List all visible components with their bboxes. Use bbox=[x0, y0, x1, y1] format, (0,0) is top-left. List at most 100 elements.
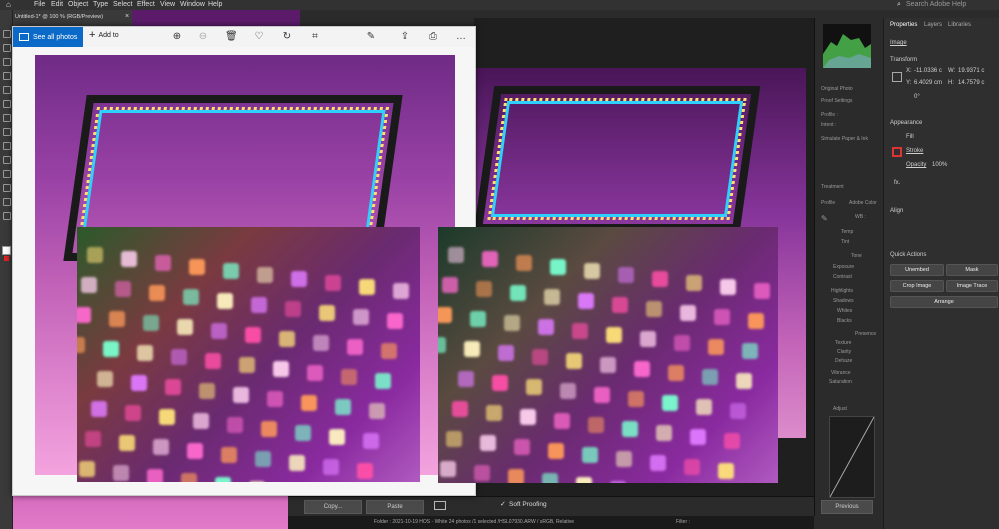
search-icon[interactable]: ⌕ bbox=[897, 1, 901, 9]
soft-proofing-label[interactable]: Soft Proofing bbox=[509, 501, 547, 508]
menu-type[interactable]: Type bbox=[93, 1, 108, 8]
opacity-input[interactable]: 100% bbox=[932, 162, 947, 168]
fx-button[interactable]: fx. bbox=[894, 180, 900, 186]
eyedropper-tool-icon[interactable] bbox=[3, 184, 11, 192]
adobe-color-label[interactable]: Adobe Color bbox=[849, 200, 877, 206]
add-to-button[interactable]: + Add to bbox=[89, 30, 119, 41]
selection-tool-icon[interactable] bbox=[3, 30, 11, 38]
tab-libraries[interactable]: Libraries bbox=[948, 22, 971, 28]
h-input[interactable]: 14.7579 c bbox=[958, 80, 984, 86]
profile-tab[interactable]: Profile bbox=[821, 200, 835, 206]
led-dot bbox=[109, 311, 125, 327]
paste-button[interactable]: Paste bbox=[366, 500, 424, 514]
led-dot bbox=[363, 433, 379, 449]
led-dot bbox=[177, 319, 193, 335]
led-dot bbox=[189, 259, 205, 275]
led-dot bbox=[323, 459, 339, 475]
shape-tool-icon[interactable] bbox=[3, 100, 11, 108]
rotate-icon[interactable]: ↻ bbox=[281, 31, 293, 43]
reference-point-icon[interactable] bbox=[892, 72, 902, 82]
delete-icon[interactable]: 🗑 bbox=[225, 31, 238, 43]
view-mode-icon[interactable] bbox=[434, 501, 446, 510]
led-dot bbox=[239, 357, 255, 373]
direct-select-tool-icon[interactable] bbox=[3, 44, 11, 52]
led-dot bbox=[113, 465, 129, 481]
share-icon[interactable]: ⇪ bbox=[399, 31, 411, 43]
checkmark-icon[interactable]: ✓ bbox=[500, 500, 506, 508]
previous-button[interactable]: Previous bbox=[821, 500, 873, 514]
y-input[interactable]: 6.4029 cm bbox=[914, 80, 942, 86]
menu-edit[interactable]: Edit bbox=[51, 1, 63, 8]
pen-tool-icon[interactable] bbox=[3, 58, 11, 66]
crop-icon[interactable]: ⌗ bbox=[309, 31, 321, 43]
w-input[interactable]: 19.9371 c bbox=[958, 68, 984, 74]
tab-properties[interactable]: Properties bbox=[890, 22, 917, 28]
close-icon[interactable]: × bbox=[125, 13, 129, 20]
texture-label: Texture bbox=[835, 340, 852, 346]
menu-file[interactable]: File bbox=[34, 1, 45, 8]
menu-select[interactable]: Select bbox=[113, 1, 132, 8]
menu-effect[interactable]: Effect bbox=[137, 1, 155, 8]
search-input[interactable]: Search Adobe Help bbox=[906, 1, 966, 8]
brush-tool-icon[interactable] bbox=[3, 114, 11, 122]
blacks-label: Blacks bbox=[837, 318, 852, 324]
led-dot bbox=[510, 285, 526, 301]
led-dot bbox=[544, 289, 560, 305]
menu-help[interactable]: Help bbox=[208, 1, 222, 8]
rotate-tool-icon[interactable] bbox=[3, 128, 11, 136]
favorite-icon[interactable]: ♡ bbox=[253, 31, 265, 43]
x-input[interactable]: -11.0336 c bbox=[914, 68, 942, 74]
simulate-paper-checkbox[interactable]: Simulate Paper & Ink bbox=[821, 136, 868, 142]
zoom-tool-icon[interactable] bbox=[3, 212, 11, 220]
see-all-photos-button[interactable]: See all photos bbox=[13, 27, 83, 47]
copy-button[interactable]: Copy... bbox=[304, 500, 362, 514]
line-tool-icon[interactable] bbox=[3, 86, 11, 94]
eyedropper-icon[interactable]: ✎ bbox=[821, 214, 828, 223]
rotate-angle-input[interactable]: 0° bbox=[914, 94, 920, 100]
led-dot bbox=[341, 369, 357, 385]
led-dot bbox=[566, 353, 582, 369]
stroke-swatch-icon[interactable] bbox=[892, 147, 902, 157]
led-dot bbox=[369, 403, 385, 419]
stroke-color-swatch[interactable] bbox=[4, 256, 9, 261]
zoom-in-icon[interactable]: ⊕ bbox=[171, 31, 183, 43]
print-icon[interactable]: ⎙ bbox=[427, 31, 439, 43]
led-dot bbox=[119, 435, 135, 451]
menu-window[interactable]: Window bbox=[180, 1, 205, 8]
opacity-label[interactable]: Opacity bbox=[906, 162, 926, 168]
h-label: H: bbox=[948, 80, 954, 86]
crop-image-button[interactable]: Crop Image bbox=[890, 280, 944, 292]
width-tool-icon[interactable] bbox=[3, 156, 11, 164]
unembed-button[interactable]: Unembed bbox=[890, 264, 944, 276]
led-dot bbox=[440, 461, 456, 477]
stroke-label[interactable]: Stroke bbox=[906, 148, 923, 154]
document-tab[interactable]: Untitled-1* @ 100 % (RGB/Preview) × bbox=[12, 10, 132, 26]
fill-color-swatch[interactable] bbox=[2, 246, 11, 255]
home-icon[interactable]: ⌂ bbox=[6, 0, 11, 9]
original-photo-label: Original Photo bbox=[821, 86, 853, 92]
fill-label[interactable]: Fill bbox=[906, 134, 914, 140]
type-tool-icon[interactable] bbox=[3, 72, 11, 80]
intent-label: Intent : bbox=[821, 122, 837, 128]
led-dot bbox=[217, 293, 233, 309]
hand-tool-icon[interactable] bbox=[3, 198, 11, 206]
menu-object[interactable]: Object bbox=[68, 1, 88, 8]
image-trace-button[interactable]: Image Trace bbox=[946, 280, 998, 292]
arrange-button[interactable]: Arrange bbox=[890, 296, 998, 308]
led-dot bbox=[476, 281, 492, 297]
led-dot bbox=[353, 309, 369, 325]
scale-tool-icon[interactable] bbox=[3, 142, 11, 150]
gradient-tool-icon[interactable] bbox=[3, 170, 11, 178]
tone-curve[interactable] bbox=[829, 416, 875, 498]
zoomed-crop-right bbox=[438, 227, 778, 483]
edit-icon[interactable]: ✎ bbox=[365, 31, 377, 43]
zoom-out-icon[interactable]: ⊖ bbox=[197, 31, 209, 43]
led-dot bbox=[448, 247, 464, 263]
tab-layers[interactable]: Layers bbox=[924, 22, 942, 28]
mask-button[interactable]: Mask bbox=[946, 264, 998, 276]
led-dot bbox=[165, 379, 181, 395]
menu-view[interactable]: View bbox=[160, 1, 175, 8]
more-options-icon[interactable]: … bbox=[455, 31, 467, 43]
paste-button-label: Paste bbox=[387, 504, 403, 510]
led-dot bbox=[600, 357, 616, 373]
